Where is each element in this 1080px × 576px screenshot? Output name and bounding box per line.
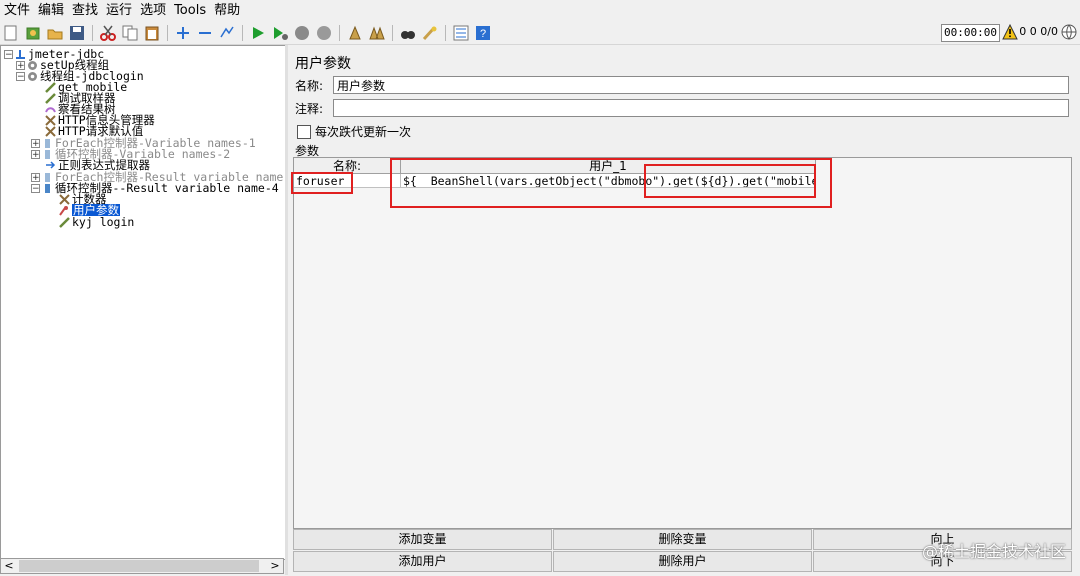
clear-icon[interactable] xyxy=(346,24,364,42)
preprocessor-icon xyxy=(59,205,70,216)
comment-label: 注释: xyxy=(295,101,324,116)
search-icon[interactable] xyxy=(399,24,417,42)
scroll-left-icon[interactable]: < xyxy=(1,559,17,573)
new-icon[interactable] xyxy=(2,24,20,42)
expand-toggle-icon[interactable]: + xyxy=(31,172,40,182)
add-variable-button[interactable]: 添加变量 xyxy=(293,529,552,550)
gear-icon xyxy=(27,71,38,82)
templates-icon[interactable] xyxy=(24,24,42,42)
thread-counts: 0 0 0/0 xyxy=(1019,24,1058,40)
menu-search[interactable]: 查找 xyxy=(68,0,102,22)
copy-icon[interactable] xyxy=(121,24,139,42)
delete-variable-button[interactable]: 删除变量 xyxy=(553,529,812,550)
paste-icon[interactable] xyxy=(143,24,161,42)
controller-icon xyxy=(42,149,53,160)
stop-icon[interactable] xyxy=(293,24,311,42)
expand-toggle-icon[interactable]: + xyxy=(31,149,40,159)
collapse-toggle-icon[interactable]: − xyxy=(4,49,13,59)
update-each-iteration-row[interactable]: 每次跌代更新一次 xyxy=(297,123,411,140)
wrench-icon xyxy=(45,114,56,126)
warning-icon[interactable] xyxy=(1002,23,1018,40)
collapse-toggle-icon[interactable]: − xyxy=(31,183,40,193)
active-threads: 0 0/0 xyxy=(1029,25,1058,38)
menu-edit[interactable]: 编辑 xyxy=(34,0,68,22)
update-each-iteration-label: 每次跌代更新一次 xyxy=(315,125,412,139)
name-label: 名称: xyxy=(295,78,324,93)
remote-globe-icon[interactable] xyxy=(1061,24,1077,40)
menu-file[interactable]: 文件 xyxy=(0,0,34,22)
controller-icon xyxy=(42,172,53,183)
elapsed-timer: 00:00:00 xyxy=(941,24,1000,42)
controller-icon xyxy=(42,183,53,194)
tree-node-kyj-login[interactable]: kyj login xyxy=(59,216,134,228)
table-header: 名称: 用户_1 xyxy=(294,158,816,174)
save-icon[interactable] xyxy=(68,24,86,42)
name-row: 名称: 用户参数 xyxy=(295,75,1069,95)
sampler-icon xyxy=(45,92,56,104)
sampler-icon xyxy=(45,81,56,93)
menu-options[interactable]: 选项 xyxy=(136,0,170,22)
svg-text:?: ? xyxy=(480,28,486,40)
scroll-right-icon[interactable]: > xyxy=(267,559,283,573)
add-user-button[interactable]: 添加用户 xyxy=(293,551,552,572)
cut-icon[interactable] xyxy=(99,24,117,42)
menu-help[interactable]: 帮助 xyxy=(210,0,244,22)
comment-field[interactable] xyxy=(333,99,1069,117)
listener-icon xyxy=(45,104,56,115)
watermark: @稀土掘金技术社区 xyxy=(921,542,1066,561)
collapse-icon[interactable] xyxy=(196,24,214,42)
test-plan-tree[interactable]: − jmeter-jdbc + setUp线程组 − 线程组-jdbclogin… xyxy=(0,45,286,560)
tree-horizontal-scrollbar[interactable]: < > xyxy=(0,558,284,574)
testplan-icon xyxy=(15,49,26,60)
warning-count: 0 xyxy=(1019,25,1027,38)
wrench-icon xyxy=(45,125,56,137)
toolbar: ? xyxy=(0,22,1080,45)
param-name-cell[interactable]: foruser xyxy=(294,174,401,188)
expand-toggle-icon[interactable]: + xyxy=(16,60,25,70)
function-helper-icon[interactable] xyxy=(452,24,470,42)
name-field[interactable]: 用户参数 xyxy=(333,76,1069,94)
parameters-table[interactable]: 名称: 用户_1 foruser ${__BeanShell(vars.getO… xyxy=(293,157,1072,529)
start-icon[interactable] xyxy=(249,24,267,42)
menu-tools[interactable]: Tools xyxy=(170,0,210,22)
open-icon[interactable] xyxy=(46,24,64,42)
expand-icon[interactable] xyxy=(174,24,192,42)
column-header-user-1[interactable]: 用户_1 xyxy=(401,158,816,174)
scrollbar-thumb[interactable] xyxy=(19,560,259,572)
controller-icon xyxy=(42,138,53,149)
column-header-name[interactable]: 名称: xyxy=(294,158,401,174)
param-value-cell[interactable]: ${__BeanShell(vars.getObject("dbmobo").g… xyxy=(401,174,816,188)
gear-icon xyxy=(27,60,38,71)
split-pane-divider[interactable] xyxy=(285,45,288,575)
user-parameters-panel: 用户参数 名称: 用户参数 注释: 每次跌代更新一次 参数 名称: 用户_1 f… xyxy=(289,45,1079,575)
toggle-icon[interactable] xyxy=(218,24,236,42)
collapse-toggle-icon[interactable]: − xyxy=(16,71,25,81)
menu-bar: 文件 编辑 查找 运行 选项 Tools 帮助 xyxy=(0,0,1080,22)
reset-search-icon[interactable] xyxy=(421,24,439,42)
help-icon[interactable]: ? xyxy=(474,24,492,42)
clear-all-icon[interactable] xyxy=(368,24,386,42)
shutdown-icon[interactable] xyxy=(315,24,333,42)
comment-row: 注释: xyxy=(295,98,1069,118)
expand-toggle-icon[interactable]: + xyxy=(31,138,40,148)
start-no-pause-icon[interactable] xyxy=(271,24,289,42)
wrench-icon xyxy=(59,193,70,205)
menu-run[interactable]: 运行 xyxy=(102,0,136,22)
extractor-icon xyxy=(45,160,56,171)
table-row[interactable]: foruser ${__BeanShell(vars.getObject("db… xyxy=(294,174,816,188)
update-each-iteration-checkbox[interactable] xyxy=(297,124,311,139)
panel-title: 用户参数 xyxy=(295,56,351,72)
sampler-icon xyxy=(59,216,70,228)
delete-user-button[interactable]: 删除用户 xyxy=(553,551,812,572)
